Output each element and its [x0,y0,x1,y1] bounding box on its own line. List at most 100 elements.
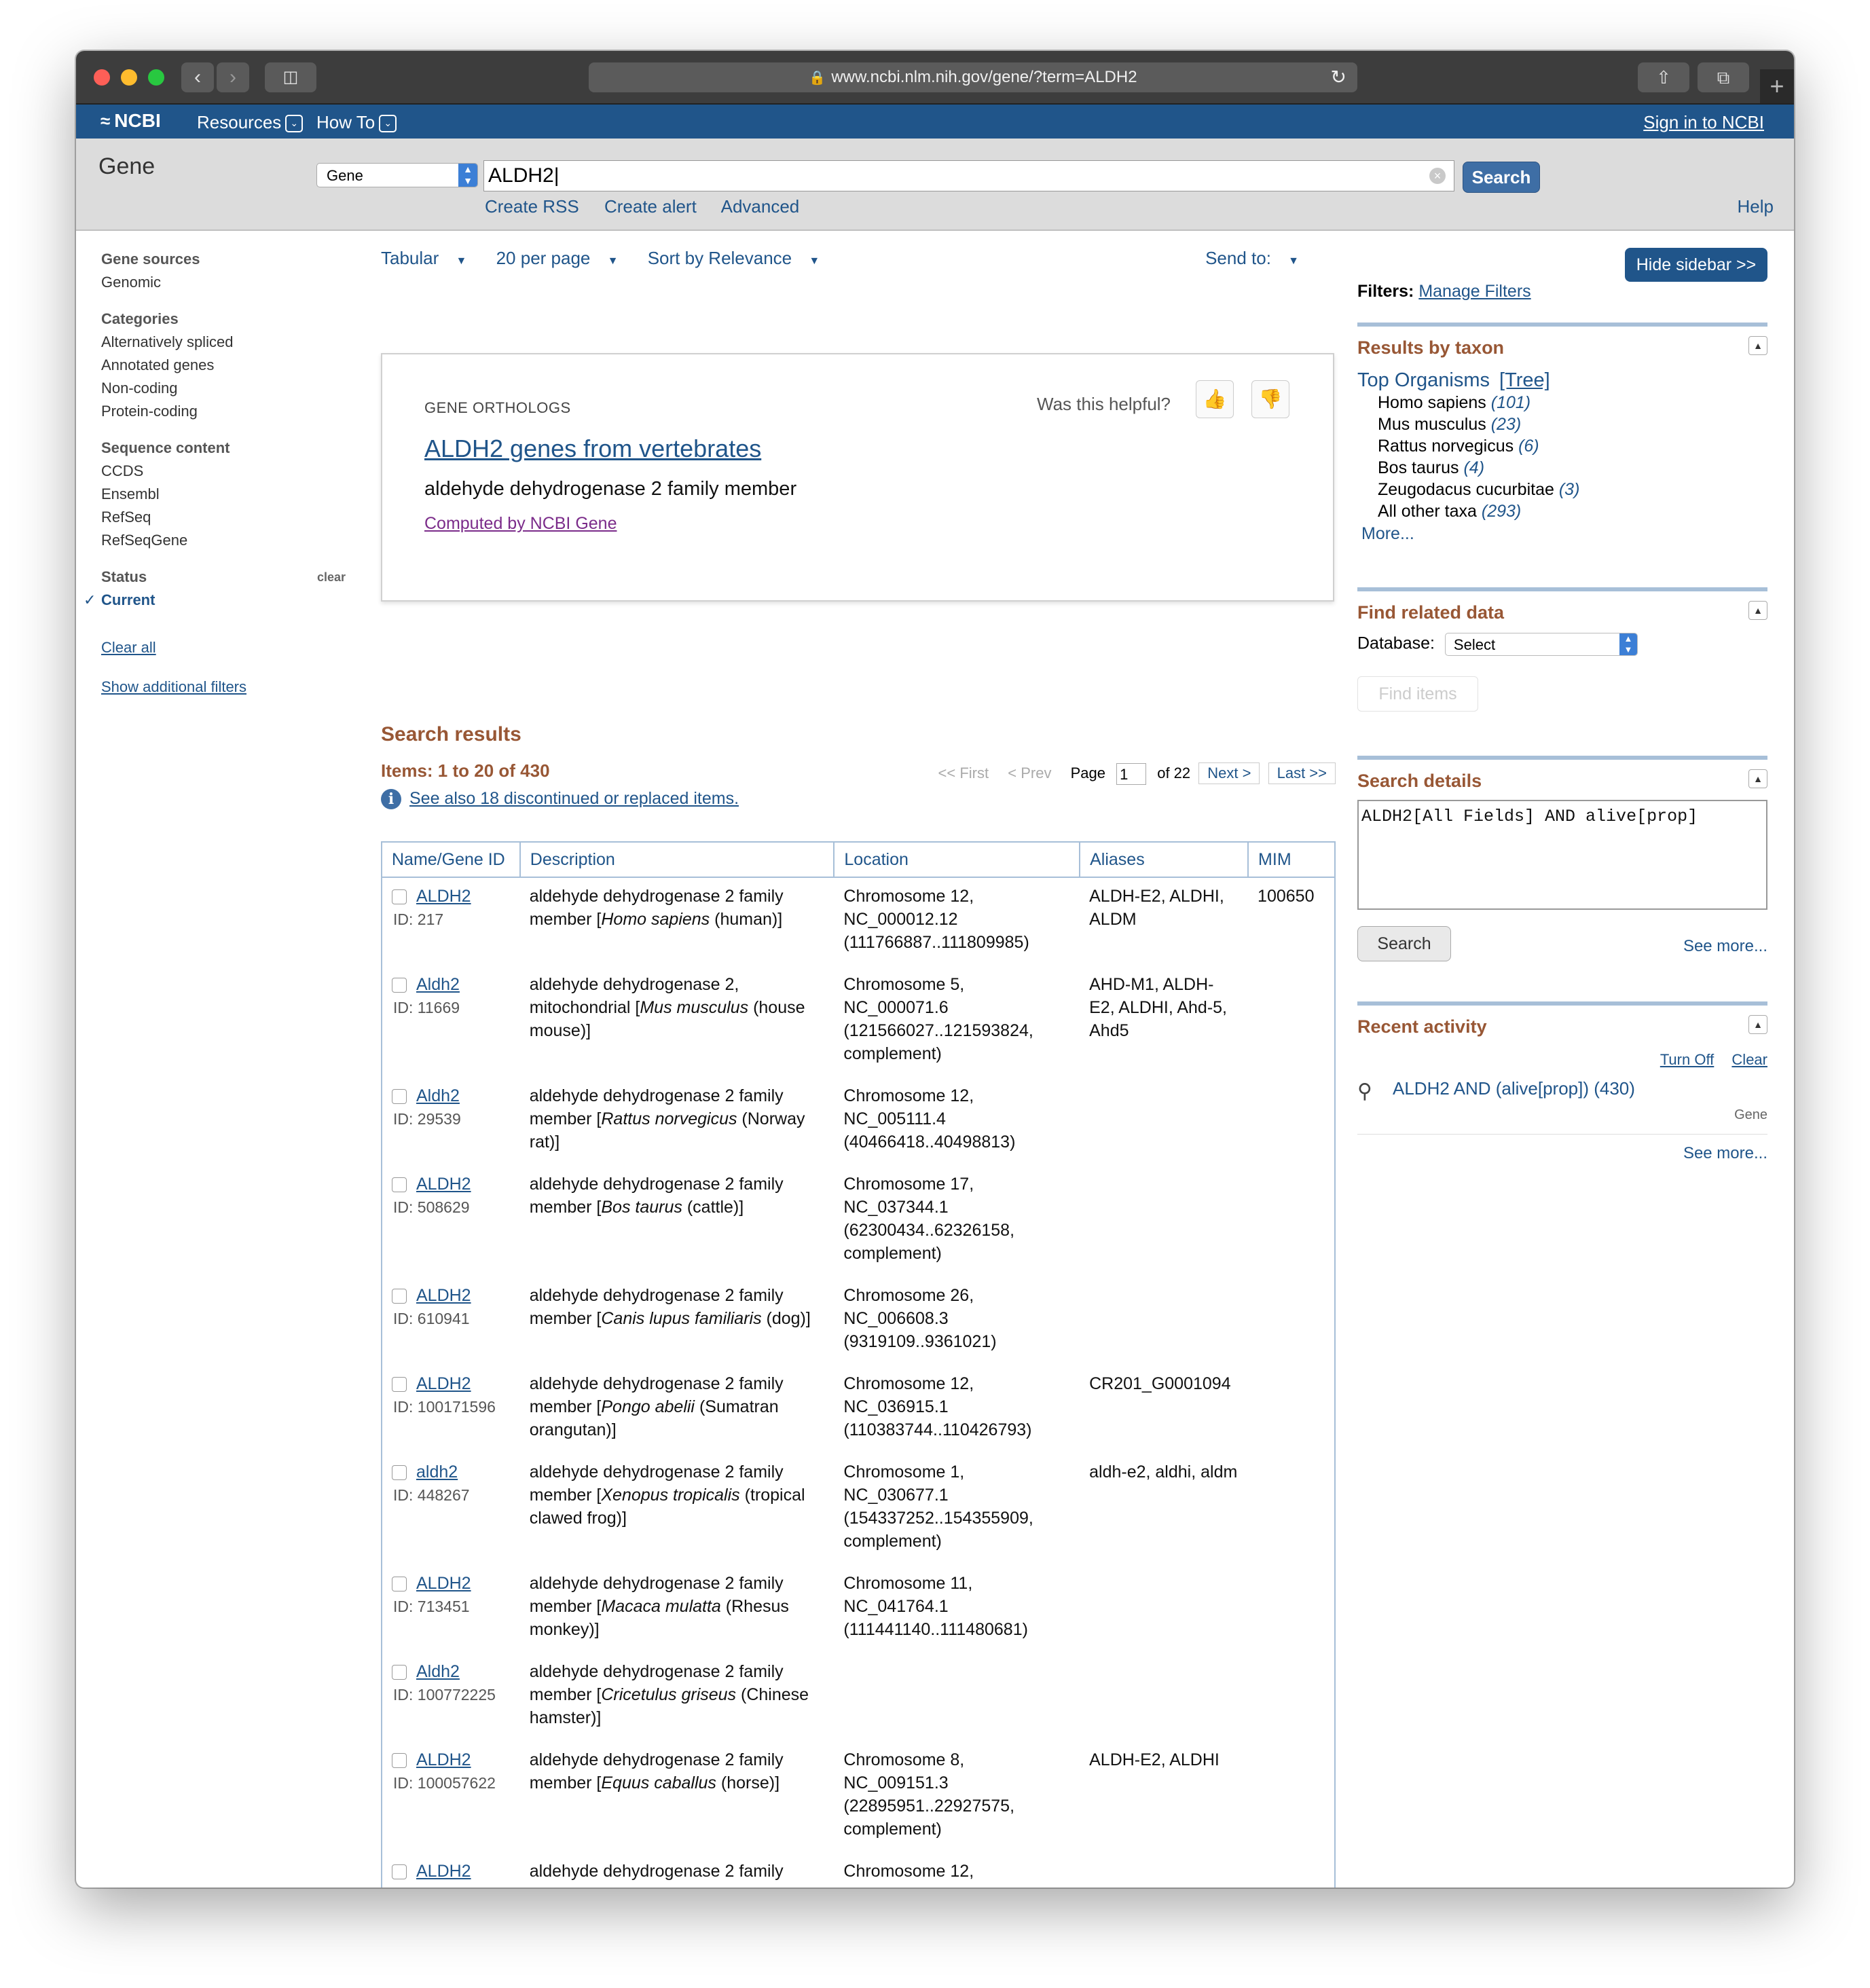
filter-alternatively-spliced[interactable]: Alternatively spliced [101,331,346,354]
per-page-menu[interactable]: 20 per page ▼ [496,248,631,268]
taxon-item[interactable]: Mus musculus (23) [1378,413,1767,435]
taxon-item[interactable]: Bos taurus (4) [1378,457,1767,479]
filter-refseq[interactable]: RefSeq [101,506,346,529]
find-items-button[interactable]: Find items [1357,676,1478,712]
row-checkbox[interactable] [392,1089,407,1105]
filter-ccds[interactable]: CCDS [101,460,346,483]
sort-menu[interactable]: Sort by Relevance ▼ [648,248,832,268]
advanced-link[interactable]: Advanced [721,196,800,217]
clear-all-link[interactable]: Clear all [101,636,346,659]
filter-non-coding[interactable]: Non-coding [101,377,346,400]
collapse-icon[interactable]: ▲ [1748,769,1767,788]
row-checkbox[interactable] [392,1289,407,1304]
search-input[interactable]: ALDH2| × [483,160,1454,191]
ncbi-logo[interactable]: ≈ NCBI [100,110,161,132]
status-clear-link[interactable]: clear [317,566,346,589]
row-checkbox[interactable] [392,1465,407,1481]
orthologs-link[interactable]: ALDH2 genes from vertebrates [424,435,761,463]
gene-name-link[interactable]: ALDH2 [416,1574,471,1593]
howto-menu[interactable]: How To ⌄ [316,112,397,133]
database-select[interactable]: Select ▲ ▼ [1444,633,1638,656]
gene-name-link[interactable]: aldh2 [416,1462,458,1481]
row-checkbox[interactable] [392,1177,407,1193]
filter-ensembl[interactable]: Ensembl [101,483,346,506]
recent-activity-item[interactable]: ⚲ ALDH2 AND (alive[prop]) (430) [1357,1078,1767,1103]
last-page-button[interactable]: Last >> [1268,762,1336,784]
clear-activity-link[interactable]: Clear [1731,1051,1767,1068]
gene-name-link[interactable]: ALDH2 [416,1175,471,1194]
gene-name-link[interactable]: ALDH2 [416,1374,471,1393]
sidebar-toggle-icon[interactable]: ◫ [265,62,316,92]
taxa-more-link[interactable]: More... [1361,522,1767,545]
computed-by-link[interactable]: Computed by NCBI Gene [424,514,617,534]
back-button[interactable]: ‹ [181,62,214,92]
prev-page-link[interactable]: < Prev [1008,765,1051,781]
gene-name-link[interactable]: ALDH2 [416,1750,471,1769]
search-button[interactable]: Search [1463,162,1540,193]
gene-name-link[interactable]: Aldh2 [416,1086,460,1105]
column-header[interactable]: MIM [1248,842,1335,878]
collapse-icon[interactable]: ▲ [1748,601,1767,620]
first-page-link[interactable]: << First [938,765,989,781]
thumbs-down-icon[interactable]: 👎 [1251,380,1289,418]
row-checkbox[interactable] [392,1577,407,1592]
column-header[interactable]: Name/Gene ID [382,842,521,878]
search-details-query[interactable]: ALDH2[All Fields] AND alive[prop] [1357,800,1767,910]
see-also-link[interactable]: See also 18 discontinued or replaced ite… [409,789,739,808]
address-bar[interactable]: 🔒 www.ncbi.nlm.nih.gov/gene/?term=ALDH2 ↻ [589,62,1357,92]
filter-refseqgene[interactable]: RefSeqGene [101,529,346,552]
filter-annotated-genes[interactable]: Annotated genes [101,354,346,377]
manage-filters-link[interactable]: Manage Filters [1418,282,1530,301]
collapse-icon[interactable]: ▲ [1748,1015,1767,1034]
row-checkbox[interactable] [392,1864,407,1880]
filter-protein-coding[interactable]: Protein-coding [101,400,346,423]
turn-off-link[interactable]: Turn Off [1660,1051,1714,1068]
row-checkbox[interactable] [392,889,407,905]
row-checkbox[interactable] [392,1377,407,1393]
gene-name-link[interactable]: ALDH2 [416,1286,471,1305]
new-tab-icon[interactable]: + [1760,69,1794,103]
row-checkbox[interactable] [392,978,407,993]
tabs-overview-icon[interactable]: ⧉ [1698,62,1749,92]
page-input[interactable]: 1 [1116,763,1147,786]
hide-sidebar-button[interactable]: Hide sidebar >> [1625,248,1767,282]
clear-search-icon[interactable]: × [1429,168,1446,184]
close-window-button[interactable] [94,69,110,86]
column-header[interactable]: Description [519,842,835,878]
recent-see-more-link[interactable]: See more... [1683,1144,1767,1163]
minimize-window-button[interactable] [121,69,137,86]
filter-genomic[interactable]: Genomic [101,271,346,294]
share-icon[interactable]: ⇧ [1638,62,1689,92]
reload-icon[interactable]: ↻ [1331,62,1346,92]
details-search-button[interactable]: Search [1357,926,1451,961]
send-to-menu[interactable]: Send to: ▼ [1205,248,1311,269]
resources-menu[interactable]: Resources ⌄ [197,112,304,133]
show-additional-filters-link[interactable]: Show additional filters [101,676,346,699]
sign-in-link[interactable]: Sign in to NCBI [1643,112,1764,133]
database-select[interactable]: Gene ▲ ▼ [316,163,478,187]
gene-name-link[interactable]: ALDH2 [416,1862,471,1881]
forward-button[interactable]: › [217,62,249,92]
column-header[interactable]: Aliases [1080,842,1249,878]
create-rss-link[interactable]: Create RSS [485,196,579,217]
taxon-item[interactable]: Zeugodacus cucurbitae (3) [1378,479,1767,500]
row-checkbox[interactable] [392,1665,407,1680]
collapse-icon[interactable]: ▲ [1748,336,1767,355]
column-header[interactable]: Location [834,842,1081,878]
create-alert-link[interactable]: Create alert [604,196,697,217]
taxon-item[interactable]: Rattus norvegicus (6) [1378,435,1767,457]
row-checkbox[interactable] [392,1753,407,1769]
filter-current[interactable]: ✓ Current [84,589,346,612]
taxon-item[interactable]: Homo sapiens (101) [1378,392,1767,413]
format-menu[interactable]: Tabular ▼ [381,248,479,268]
zoom-window-button[interactable] [148,69,164,86]
details-see-more-link[interactable]: See more... [1683,937,1767,956]
gene-name-link[interactable]: ALDH2 [416,887,471,906]
help-link[interactable]: Help [1738,196,1774,217]
tree-link[interactable]: [Tree] [1499,369,1550,391]
next-page-button[interactable]: Next > [1198,762,1260,784]
gene-name-link[interactable]: Aldh2 [416,1662,460,1681]
gene-name-link[interactable]: Aldh2 [416,975,460,994]
thumbs-up-icon[interactable]: 👍 [1196,380,1234,418]
taxon-item[interactable]: All other taxa (293) [1378,500,1767,522]
